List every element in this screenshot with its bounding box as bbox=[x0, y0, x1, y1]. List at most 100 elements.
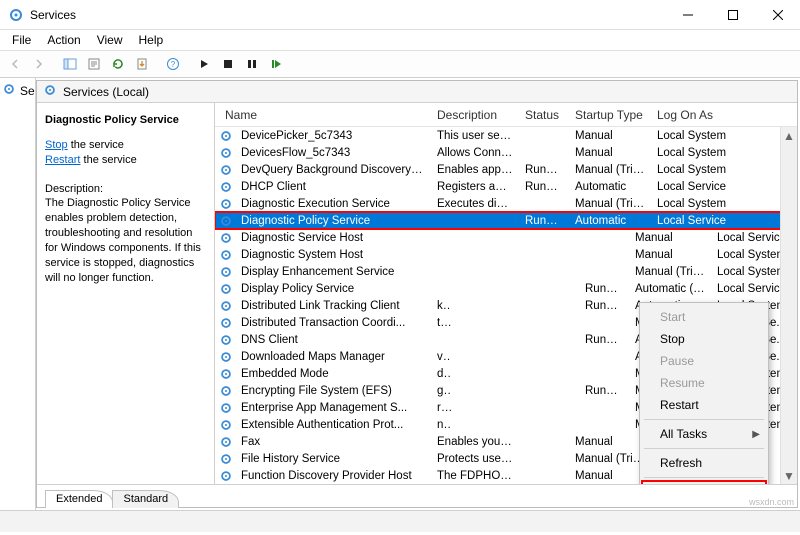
statusbar bbox=[0, 510, 800, 532]
right-pane: Services (Local) Diagnostic Policy Servi… bbox=[36, 80, 798, 508]
submenu-arrow-icon: ▶ bbox=[752, 429, 760, 440]
view-tabs: Extended Standard bbox=[37, 484, 797, 507]
service-icon bbox=[219, 146, 235, 160]
cell-startup: Manual bbox=[629, 232, 711, 244]
service-icon bbox=[219, 248, 235, 262]
cell-startup: Manual (Trigg... bbox=[569, 164, 651, 176]
restart-service-link[interactable]: Restart bbox=[45, 154, 80, 166]
table-row[interactable]: DevicePicker_5c7343This user servic...Ma… bbox=[215, 127, 797, 144]
pane-header: Services (Local) bbox=[37, 81, 797, 103]
refresh-button[interactable] bbox=[107, 53, 129, 75]
service-icon bbox=[219, 452, 235, 466]
cell-desc: Protects user fil... bbox=[431, 453, 519, 465]
ctx-start[interactable]: Start bbox=[642, 306, 766, 328]
show-hide-console-tree-button[interactable] bbox=[59, 53, 81, 75]
selected-service-name: Diagnostic Policy Service bbox=[45, 113, 206, 128]
properties-button[interactable] bbox=[83, 53, 105, 75]
scroll-up-icon[interactable]: ▲ bbox=[781, 127, 797, 144]
menu-help[interactable]: Help bbox=[131, 31, 172, 49]
col-description[interactable]: Description bbox=[431, 108, 519, 122]
console-tree[interactable]: Services (Local bbox=[0, 78, 36, 510]
maximize-button[interactable] bbox=[710, 0, 755, 30]
table-row[interactable]: DHCP ClientRegisters and u...RunningAuto… bbox=[215, 178, 797, 195]
service-icon bbox=[219, 231, 235, 245]
tab-standard[interactable]: Standard bbox=[112, 490, 179, 508]
toolbar: ? bbox=[0, 50, 800, 78]
app-body: Services (Local Services (Local) Diagnos… bbox=[0, 78, 800, 510]
tab-extended[interactable]: Extended bbox=[45, 490, 113, 508]
services-list: Name Description Status Startup Type Log… bbox=[215, 103, 797, 484]
service-icon bbox=[219, 214, 235, 228]
cell-status: Running bbox=[579, 334, 629, 346]
ctx-stop[interactable]: Stop bbox=[642, 328, 766, 350]
forward-button[interactable] bbox=[28, 53, 50, 75]
cell-startup: Manual (Trigg... bbox=[629, 266, 711, 278]
cell-status: Running bbox=[519, 215, 569, 227]
cell-startup: Manual bbox=[629, 249, 711, 261]
restart-suffix: the service bbox=[80, 154, 136, 166]
stop-service-link[interactable]: Stop bbox=[45, 139, 68, 151]
table-row[interactable]: Diagnostic Service HostManualLocal Servi… bbox=[215, 229, 797, 246]
cell-logon: Local System bbox=[651, 198, 737, 210]
scroll-down-icon[interactable]: ▼ bbox=[781, 467, 797, 484]
ctx-sep bbox=[644, 477, 764, 478]
vertical-scrollbar[interactable]: ▲ ▼ bbox=[780, 127, 797, 484]
col-logon[interactable]: Log On As bbox=[651, 108, 737, 122]
col-status[interactable]: Status bbox=[519, 108, 569, 122]
menu-action[interactable]: Action bbox=[39, 31, 88, 49]
menu-file[interactable]: File bbox=[4, 31, 39, 49]
service-icon bbox=[219, 418, 235, 432]
cell-desc: This user servic... bbox=[431, 130, 519, 142]
service-icon bbox=[219, 333, 235, 347]
ctx-properties[interactable]: Properties bbox=[642, 481, 766, 484]
back-button[interactable] bbox=[4, 53, 26, 75]
table-row[interactable]: Display Enhancement ServiceManual (Trigg… bbox=[215, 263, 797, 280]
cell-name: Encrypting File System (EFS) bbox=[235, 385, 431, 397]
table-row[interactable]: Diagnostic Execution ServiceExecutes dia… bbox=[215, 195, 797, 212]
cell-name: Function Discovery Provider Host bbox=[235, 470, 431, 482]
minimize-button[interactable] bbox=[665, 0, 710, 30]
col-name[interactable]: Name bbox=[219, 108, 431, 122]
cell-name: Diagnostic System Host bbox=[235, 249, 431, 261]
export-list-button[interactable] bbox=[131, 53, 153, 75]
cell-name: Embedded Mode bbox=[235, 368, 431, 380]
close-button[interactable] bbox=[755, 0, 800, 30]
help-button[interactable]: ? bbox=[162, 53, 184, 75]
col-startup[interactable]: Startup Type bbox=[569, 108, 651, 122]
stop-service-button[interactable] bbox=[217, 53, 239, 75]
restart-service-button[interactable] bbox=[265, 53, 287, 75]
service-icon bbox=[219, 197, 235, 211]
cell-status: Running bbox=[579, 300, 629, 312]
service-icon bbox=[219, 265, 235, 279]
cell-logon: Local System bbox=[651, 130, 737, 142]
cell-name: Distributed Link Tracking Client bbox=[235, 300, 431, 312]
menu-view[interactable]: View bbox=[89, 31, 131, 49]
pause-service-button[interactable] bbox=[241, 53, 263, 75]
service-icon bbox=[219, 350, 235, 364]
cell-logon: Local System bbox=[651, 147, 737, 159]
ctx-all-tasks[interactable]: All Tasks▶ bbox=[642, 423, 766, 445]
titlebar: Services bbox=[0, 0, 800, 30]
table-row[interactable]: Diagnostic Policy ServiceRunningAutomati… bbox=[215, 212, 797, 229]
cell-desc: tra... bbox=[431, 317, 451, 329]
table-row[interactable]: DevQuery Background Discovery BrokerEnab… bbox=[215, 161, 797, 178]
cell-desc: Allows Connect... bbox=[431, 147, 519, 159]
cell-logon: Local Service bbox=[651, 181, 737, 193]
cell-status: Running bbox=[519, 164, 569, 176]
table-row[interactable]: Diagnostic System HostManualLocal System bbox=[215, 246, 797, 263]
ctx-sep bbox=[644, 448, 764, 449]
table-row[interactable]: DevicesFlow_5c7343Allows Connect...Manua… bbox=[215, 144, 797, 161]
ctx-refresh[interactable]: Refresh bbox=[642, 452, 766, 474]
tree-root[interactable]: Services (Local bbox=[2, 82, 33, 99]
cell-name: DNS Client bbox=[235, 334, 431, 346]
cell-name: DevicesFlow_5c7343 bbox=[235, 147, 431, 159]
ctx-resume[interactable]: Resume bbox=[642, 372, 766, 394]
services-app-icon bbox=[8, 7, 24, 23]
cell-name: Distributed Transaction Coordi... bbox=[235, 317, 431, 329]
ctx-restart[interactable]: Restart bbox=[642, 394, 766, 416]
start-service-button[interactable] bbox=[193, 53, 215, 75]
cell-name: Diagnostic Service Host bbox=[235, 232, 431, 244]
description-label: Description: bbox=[45, 183, 103, 195]
table-row[interactable]: Display Policy ServiceRunningAutomatic (… bbox=[215, 280, 797, 297]
ctx-pause[interactable]: Pause bbox=[642, 350, 766, 372]
